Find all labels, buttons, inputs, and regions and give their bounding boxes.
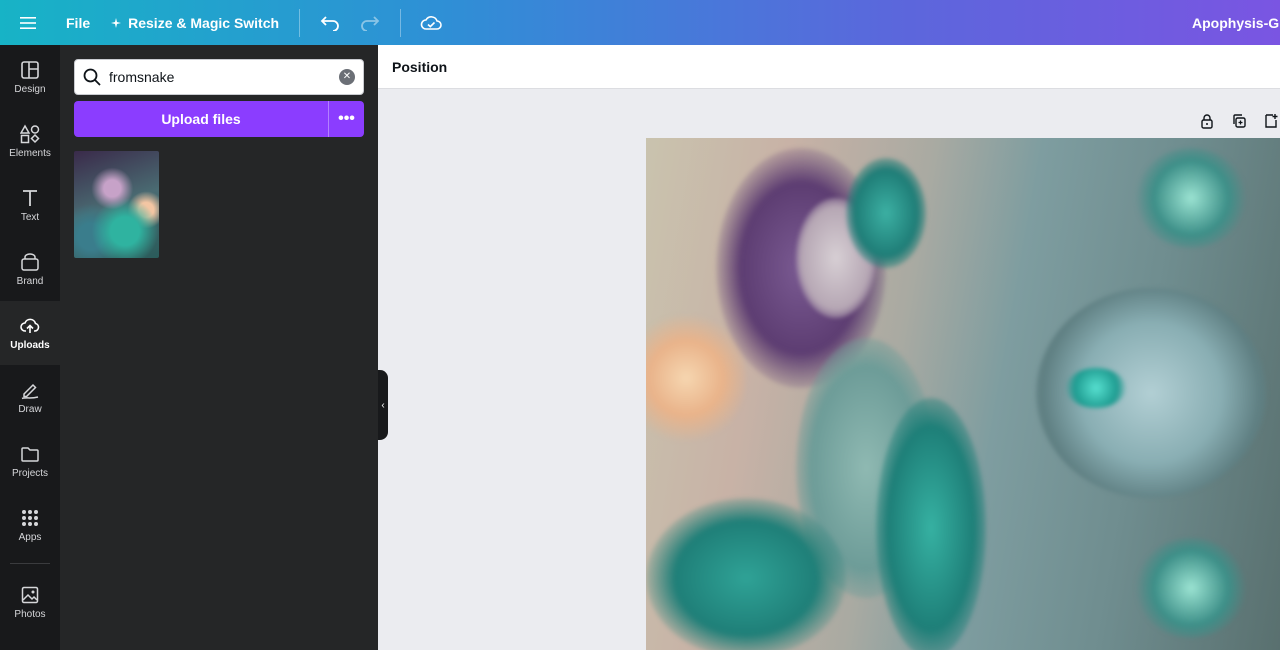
redo-icon [361,15,380,31]
redo-button[interactable] [350,0,390,45]
rail-item-apps[interactable]: Apps [0,493,60,557]
toolbar-divider [299,8,301,37]
hamburger-icon [20,16,36,29]
cloud-save-button[interactable] [411,0,451,45]
rail-item-photos[interactable]: Photos [0,570,60,634]
top-bar: File Resize & Magic Switch Apophysis-Gut [0,0,1280,45]
side-rail: Design Elements Text Brand Uploads Draw … [0,45,60,650]
resize-magic-switch-label: Resize & Magic Switch [128,14,280,31]
art-tentacle-top [846,158,926,268]
rail-item-label: Brand [16,275,44,287]
rail-item-label: Design [14,83,46,95]
upload-controls: Upload files ••• [74,101,364,137]
image-icon [21,586,39,603]
search-box: ✕ [74,59,364,95]
rail-item-elements[interactable]: Elements [0,109,60,173]
duplicate-page-button[interactable] [1228,110,1250,132]
art-fractal-center-gem [1066,368,1126,408]
rail-item-label: Uploads [10,339,50,351]
rail-item-draw[interactable]: Draw [0,365,60,429]
rail-item-label: Elements [9,147,51,159]
lock-icon [1201,114,1213,129]
art-tentacle-center [876,398,986,650]
upload-thumbnail[interactable] [74,151,159,258]
toolbar-divider [400,8,402,37]
text-icon [23,189,37,206]
shapes-icon [20,123,40,143]
rail-item-brand[interactable]: Brand [0,237,60,301]
rail-item-uploads[interactable]: Uploads [0,301,60,365]
file-menu-label: File [66,14,91,31]
rail-item-label: Apps [18,531,42,543]
resize-magic-switch-button[interactable]: Resize & Magic Switch [100,0,289,45]
undo-icon [320,15,339,31]
more-options-button[interactable]: ••• [328,101,364,137]
uploads-panel: ✕ Upload files ••• [60,45,378,650]
cloud-upload-icon [20,318,40,333]
search-icon [83,68,101,86]
menu-button[interactable] [0,0,56,45]
rail-divider [10,563,50,564]
rail-item-text[interactable]: Text [0,173,60,237]
add-page-icon [1265,114,1278,128]
upload-files-button[interactable]: Upload files [74,101,328,137]
duplicate-icon [1233,114,1246,128]
art-fractal-flower-top [1136,148,1246,248]
art-fractal-flower-bottom [1136,538,1246,638]
sparkle-icon [111,17,122,28]
cloud-check-icon [420,15,442,30]
rail-item-projects[interactable]: Projects [0,429,60,493]
collapse-panel-button[interactable]: ‹ [378,370,388,440]
rail-item-label: Draw [18,403,42,415]
rail-item-label: Text [20,211,40,223]
document-title[interactable]: Apophysis-Gut [1192,0,1280,45]
context-toolbar: Position [378,45,1280,89]
chevron-left-icon: ‹ [381,399,385,411]
layout-icon [21,60,39,79]
file-menu-button[interactable]: File [56,0,100,45]
pen-icon [21,383,39,399]
page-tools [1196,110,1280,132]
art-tentacle-left [646,498,846,650]
folder-icon [21,446,39,462]
rail-item-label: Projects [11,467,49,479]
add-page-button[interactable] [1260,110,1280,132]
clear-search-icon[interactable]: ✕ [339,69,355,85]
lock-page-button[interactable] [1196,110,1218,132]
brand-icon [21,252,39,271]
rail-item-label: Photos [14,608,46,620]
rail-item-design[interactable]: Design [0,45,60,109]
search-input[interactable] [109,69,339,85]
canvas-artwork[interactable] [646,138,1280,650]
grid-icon [22,509,38,526]
position-button[interactable]: Position [392,59,447,75]
undo-button[interactable] [310,0,350,45]
